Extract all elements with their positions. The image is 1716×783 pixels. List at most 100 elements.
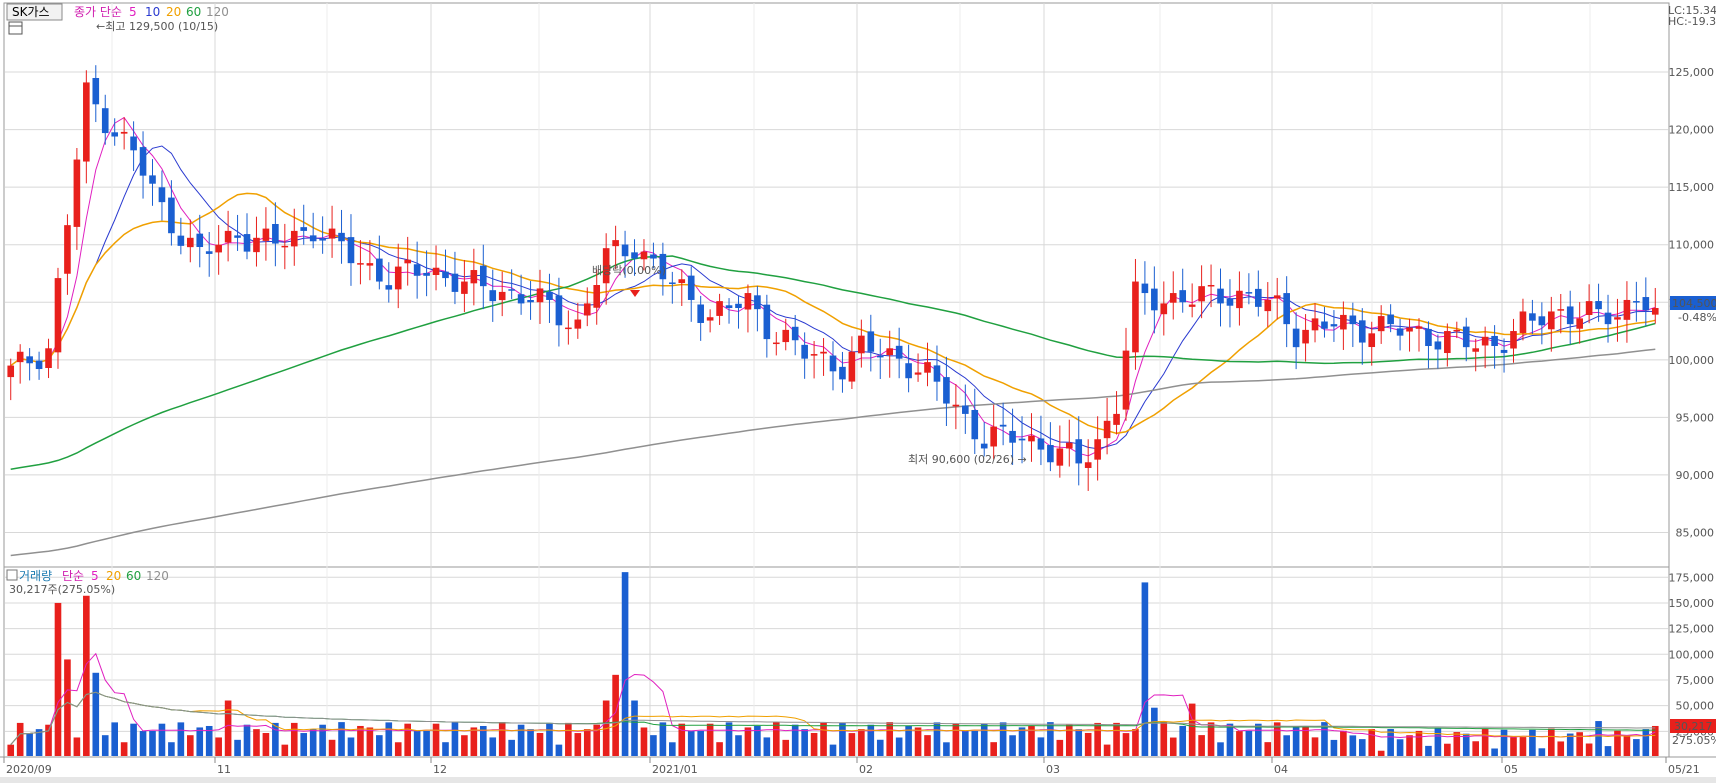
candle-body bbox=[555, 295, 563, 326]
volume-tick-label: 100,000 bbox=[1669, 648, 1715, 661]
candle-body bbox=[791, 326, 799, 341]
candle-body bbox=[253, 237, 260, 253]
legend-ma20: 20 bbox=[166, 5, 181, 19]
candle-body bbox=[1273, 295, 1281, 299]
volume-bar bbox=[659, 722, 667, 756]
candle-body bbox=[338, 232, 345, 242]
volume-bar bbox=[706, 723, 714, 756]
candle-body bbox=[716, 301, 723, 316]
legend-ma5: 5 bbox=[129, 5, 137, 19]
volume-bar bbox=[565, 722, 572, 756]
volume-bar bbox=[243, 724, 251, 756]
candle-body bbox=[498, 291, 506, 301]
vol-legend-ma5: 5 bbox=[91, 569, 99, 583]
volume-bar bbox=[111, 722, 118, 756]
volume-bar bbox=[876, 739, 884, 756]
volume-bar bbox=[385, 722, 393, 756]
candle-body bbox=[1396, 328, 1404, 336]
candle-body bbox=[1283, 293, 1290, 325]
chart-canvas[interactable]: 125,000120,000115,000110,000105,000100,0… bbox=[0, 0, 1716, 783]
volume-bar bbox=[423, 730, 430, 756]
candle-body bbox=[848, 351, 856, 382]
candle-body bbox=[735, 303, 742, 309]
candle-body bbox=[26, 356, 33, 364]
volume-bar bbox=[470, 727, 478, 756]
candle-body bbox=[924, 362, 931, 373]
volume-bar bbox=[858, 729, 865, 756]
candle-body bbox=[621, 244, 629, 257]
volume-bar bbox=[139, 731, 147, 756]
volume-ma-label: 단순 bbox=[62, 569, 84, 583]
candle-body bbox=[83, 82, 90, 162]
legend-ma10: 10 bbox=[145, 5, 160, 19]
scroll-strip[interactable] bbox=[0, 777, 1716, 783]
volume-bar bbox=[1113, 722, 1120, 756]
volume-bar bbox=[772, 722, 780, 756]
volume-bar bbox=[394, 742, 402, 756]
volume-bar bbox=[1519, 737, 1527, 756]
candle-body bbox=[376, 258, 383, 282]
candle-body bbox=[1604, 312, 1612, 325]
candle-body bbox=[593, 285, 601, 308]
date-tick-label: 05/21 bbox=[1668, 763, 1700, 776]
candle-body bbox=[1028, 435, 1035, 442]
candle-body bbox=[1132, 281, 1139, 353]
candle-body bbox=[1311, 318, 1319, 331]
candle-body bbox=[1169, 293, 1177, 303]
date-tick-label: 11 bbox=[217, 763, 231, 776]
candle-body bbox=[347, 237, 355, 264]
volume-bar bbox=[810, 732, 818, 756]
candle-body bbox=[886, 348, 894, 356]
candle-body bbox=[1141, 283, 1149, 294]
volume-bar bbox=[347, 737, 355, 756]
candle-body bbox=[54, 278, 62, 353]
low-annotation: 최저 90,600 (02/26) → bbox=[908, 453, 1027, 466]
volume-bar bbox=[1387, 729, 1394, 756]
volume-bar bbox=[1160, 722, 1168, 756]
candle-body bbox=[1245, 292, 1253, 294]
volume-bar bbox=[1094, 722, 1101, 756]
candle-body bbox=[876, 355, 884, 358]
volume-bar bbox=[1311, 737, 1319, 756]
candle-body bbox=[1434, 341, 1442, 350]
volume-bar bbox=[1368, 729, 1376, 756]
candle-body bbox=[772, 342, 780, 345]
volume-legend-label: 거래량 bbox=[19, 569, 52, 583]
volume-bar bbox=[1604, 746, 1612, 756]
candle-body bbox=[1065, 442, 1073, 449]
date-tick-label: 2021/01 bbox=[652, 763, 698, 776]
candle-body bbox=[763, 304, 771, 340]
candle-body bbox=[272, 223, 279, 244]
volume-bar bbox=[1065, 724, 1073, 756]
candle-body bbox=[1633, 301, 1640, 303]
volume-bar bbox=[621, 572, 629, 756]
volume-panel-toggle[interactable] bbox=[6, 569, 18, 581]
candle-body bbox=[64, 225, 71, 274]
candle-body bbox=[754, 295, 761, 310]
volume-bar bbox=[1340, 730, 1347, 756]
candle-body bbox=[45, 348, 52, 368]
candle-body bbox=[309, 235, 317, 242]
volume-bar bbox=[1292, 727, 1300, 756]
candle-body bbox=[1009, 430, 1016, 443]
candle-body bbox=[300, 227, 308, 231]
candle-body bbox=[357, 263, 364, 265]
volume-bar bbox=[1491, 748, 1498, 756]
current-change: -0.48% bbox=[1678, 311, 1716, 324]
candle-body bbox=[943, 377, 950, 404]
candle-body bbox=[16, 351, 24, 363]
candle-body bbox=[1264, 299, 1272, 312]
candle-body bbox=[527, 299, 534, 303]
volume-bar bbox=[1623, 735, 1631, 756]
candle-body bbox=[1462, 326, 1470, 348]
calendar-icon[interactable] bbox=[8, 21, 23, 35]
candle-body bbox=[517, 294, 525, 304]
volume-bar bbox=[716, 742, 723, 756]
candle-body bbox=[583, 303, 591, 316]
candle-body bbox=[423, 272, 430, 276]
volume-bar bbox=[583, 729, 591, 756]
volume-bar bbox=[1103, 744, 1111, 756]
volume-bar bbox=[262, 733, 270, 756]
price-legend-label: 종가 단순 bbox=[74, 5, 122, 19]
volume-bar bbox=[1283, 735, 1290, 756]
